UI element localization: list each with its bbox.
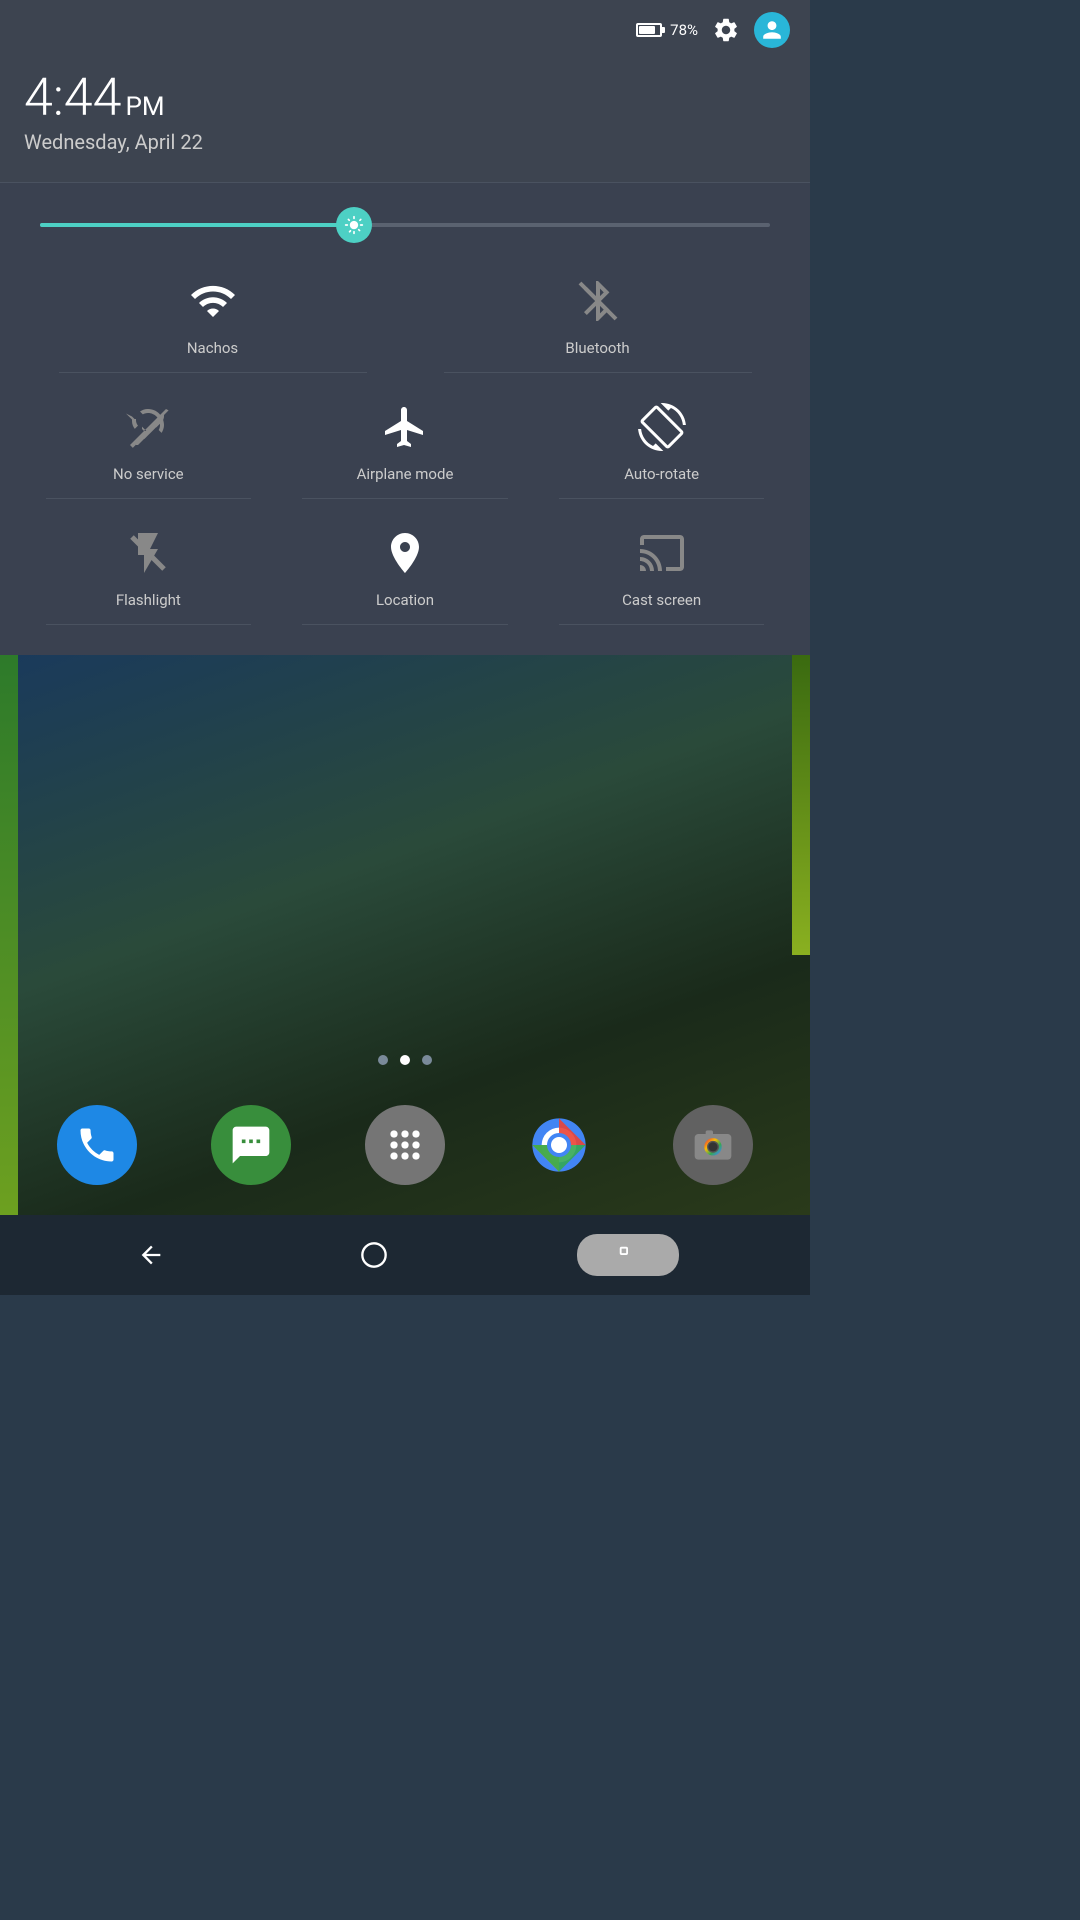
dot-3[interactable] [422, 1055, 432, 1065]
wifi-label: Nachos [187, 339, 238, 357]
date-display: Wednesday, April 22 [24, 130, 786, 154]
flashlight-icon [120, 525, 176, 581]
brightness-slider[interactable] [40, 223, 770, 227]
location-label: Location [376, 591, 434, 609]
time-display: 4:44PM [24, 72, 786, 124]
toggle-bluetooth[interactable]: Bluetooth [405, 257, 790, 373]
airplane-icon [377, 399, 433, 455]
toggle-flashlight[interactable]: Flashlight [20, 509, 277, 625]
toggle-location[interactable]: Location [277, 509, 534, 625]
battery-percent: 78% [670, 21, 698, 39]
cast-icon [634, 525, 690, 581]
launcher-app[interactable] [365, 1105, 445, 1185]
no-service-label: No service [113, 465, 184, 483]
camera-app[interactable] [673, 1105, 753, 1185]
dot-1[interactable] [378, 1055, 388, 1065]
toggle-wifi[interactable]: Nachos [20, 257, 405, 373]
account-avatar[interactable] [754, 12, 790, 48]
airplane-label: Airplane mode [357, 465, 454, 483]
dot-2[interactable] [400, 1055, 410, 1065]
autorotate-icon [634, 399, 690, 455]
wifi-icon [185, 273, 241, 329]
settings-icon[interactable] [712, 16, 740, 44]
toggle-autorotate[interactable]: Auto-rotate [533, 383, 790, 499]
home-button[interactable] [354, 1235, 394, 1275]
autorotate-label: Auto-rotate [624, 465, 699, 483]
brightness-fill [40, 223, 354, 227]
brightness-thumb[interactable] [336, 207, 372, 243]
chrome-app[interactable] [519, 1105, 599, 1185]
datetime-header: 4:44PM Wednesday, April 22 [0, 56, 810, 183]
toggle-row-3: Flashlight Location Cast screen [20, 509, 790, 625]
toggle-row-2: No service Airplane mode Auto-rotate [20, 383, 790, 499]
toggle-row-1: Nachos Bluetooth [20, 257, 790, 373]
no-service-icon [120, 399, 176, 455]
hangouts-app[interactable] [211, 1105, 291, 1185]
toggle-cast[interactable]: Cast screen [533, 509, 790, 625]
back-button[interactable] [131, 1235, 171, 1275]
nav-bar [0, 1215, 810, 1295]
battery-icon [636, 23, 662, 37]
phone-app[interactable] [57, 1105, 137, 1185]
wallpaper-area [0, 655, 810, 1215]
toggle-no-service[interactable]: No service [20, 383, 277, 499]
bluetooth-label: Bluetooth [565, 339, 629, 357]
brightness-row[interactable] [20, 213, 790, 257]
battery-info: 78% [636, 21, 698, 39]
bluetooth-icon [570, 273, 626, 329]
right-decoration [792, 655, 810, 955]
recents-button[interactable] [577, 1234, 679, 1276]
left-decoration [0, 655, 18, 1215]
app-dock [0, 1085, 810, 1215]
cast-label: Cast screen [622, 591, 701, 609]
status-bar: 78% [0, 0, 810, 56]
page-dots [0, 1035, 810, 1085]
location-icon [377, 525, 433, 581]
flashlight-label: Flashlight [116, 591, 181, 609]
toggle-airplane[interactable]: Airplane mode [277, 383, 534, 499]
quick-settings-panel: Nachos Bluetooth No service [0, 183, 810, 655]
